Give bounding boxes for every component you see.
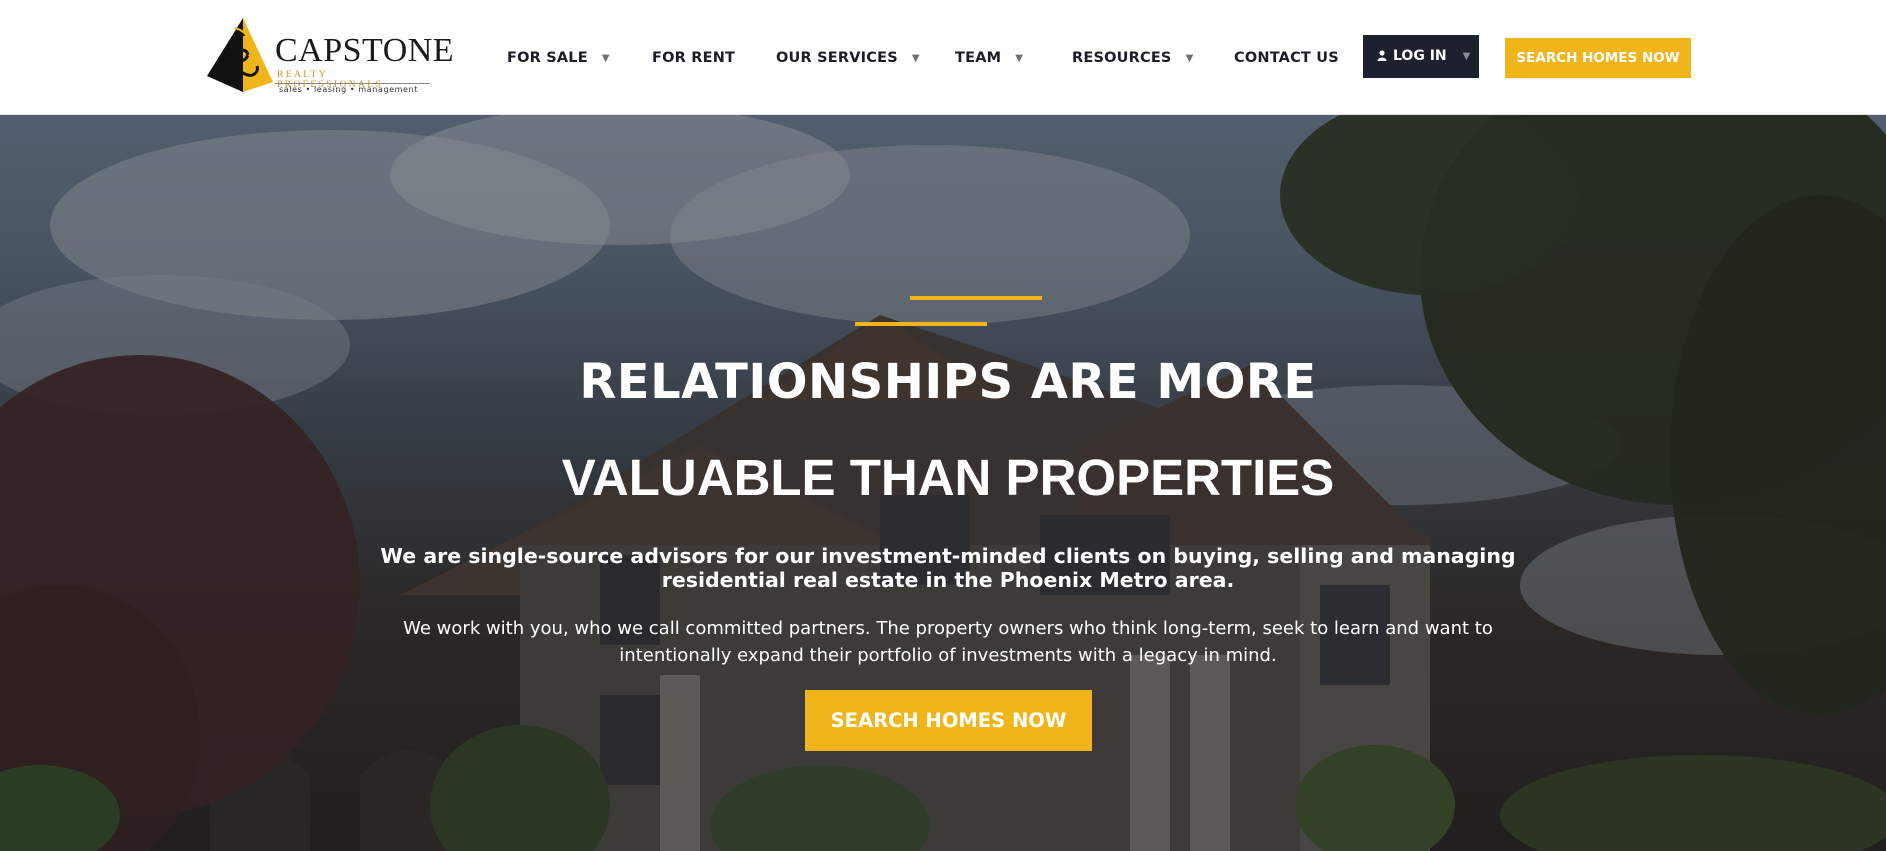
hero-section: RELATIONSHIPS ARE MORE VALUABLE THAN PRO… (0, 115, 1886, 851)
chevron-down-icon: ▼ (911, 53, 920, 64)
search-homes-button-hero[interactable]: SEARCH HOMES NOW (805, 690, 1092, 751)
user-icon (1377, 36, 1387, 61)
nav-for-sale-label: FOR SALE (507, 50, 588, 66)
nav-team-label: TEAM (955, 50, 1002, 66)
nav-for-rent[interactable]: FOR RENT (652, 48, 735, 68)
nav-resources-label: RESOURCES (1072, 50, 1172, 66)
nav-resources[interactable]: RESOURCES ▼ (1072, 48, 1193, 68)
nav-team[interactable]: TEAM ▼ (955, 48, 1023, 68)
site-header: CAPSTONE REALTY PROFESSIONALS sales • le… (0, 0, 1886, 115)
nav-contact-us[interactable]: CONTACT US (1234, 48, 1339, 68)
accent-line-bottom (855, 322, 987, 326)
hero-lead-text: We are single-source advisors for our in… (380, 544, 1516, 592)
logo-tagline: sales • leasing • management (279, 85, 418, 94)
nav-contact-us-label: CONTACT US (1234, 50, 1339, 66)
chevron-down-icon: ▼ (1462, 51, 1471, 62)
chevron-down-icon: ▼ (1015, 53, 1024, 64)
capstone-pyramid-logo-icon (207, 18, 273, 92)
hero-subtitle: VALUABLE THAN PROPERTIES (561, 449, 1335, 506)
nav-our-services[interactable]: OUR SERVICES ▼ (776, 48, 920, 68)
logo-name: CAPSTONE (275, 32, 455, 69)
search-homes-button-header[interactable]: SEARCH HOMES NOW (1505, 38, 1691, 78)
logo-divider (275, 83, 430, 84)
login-button[interactable]: LOG IN ▼ (1363, 35, 1479, 78)
hero-title: RELATIONSHIPS ARE MORE (579, 354, 1317, 410)
logo[interactable]: CAPSTONE REALTY PROFESSIONALS sales • le… (205, 16, 454, 96)
accent-line-top (910, 296, 1042, 300)
chevron-down-icon: ▼ (1185, 53, 1194, 64)
login-label: LOG IN (1393, 48, 1447, 64)
nav-our-services-label: OUR SERVICES (776, 50, 898, 66)
chevron-down-icon: ▼ (601, 53, 610, 64)
nav-for-rent-label: FOR RENT (652, 50, 736, 66)
hero-body-text: We work with you, who we call committed … (403, 618, 1493, 666)
nav-for-sale[interactable]: FOR SALE ▼ (507, 48, 610, 68)
